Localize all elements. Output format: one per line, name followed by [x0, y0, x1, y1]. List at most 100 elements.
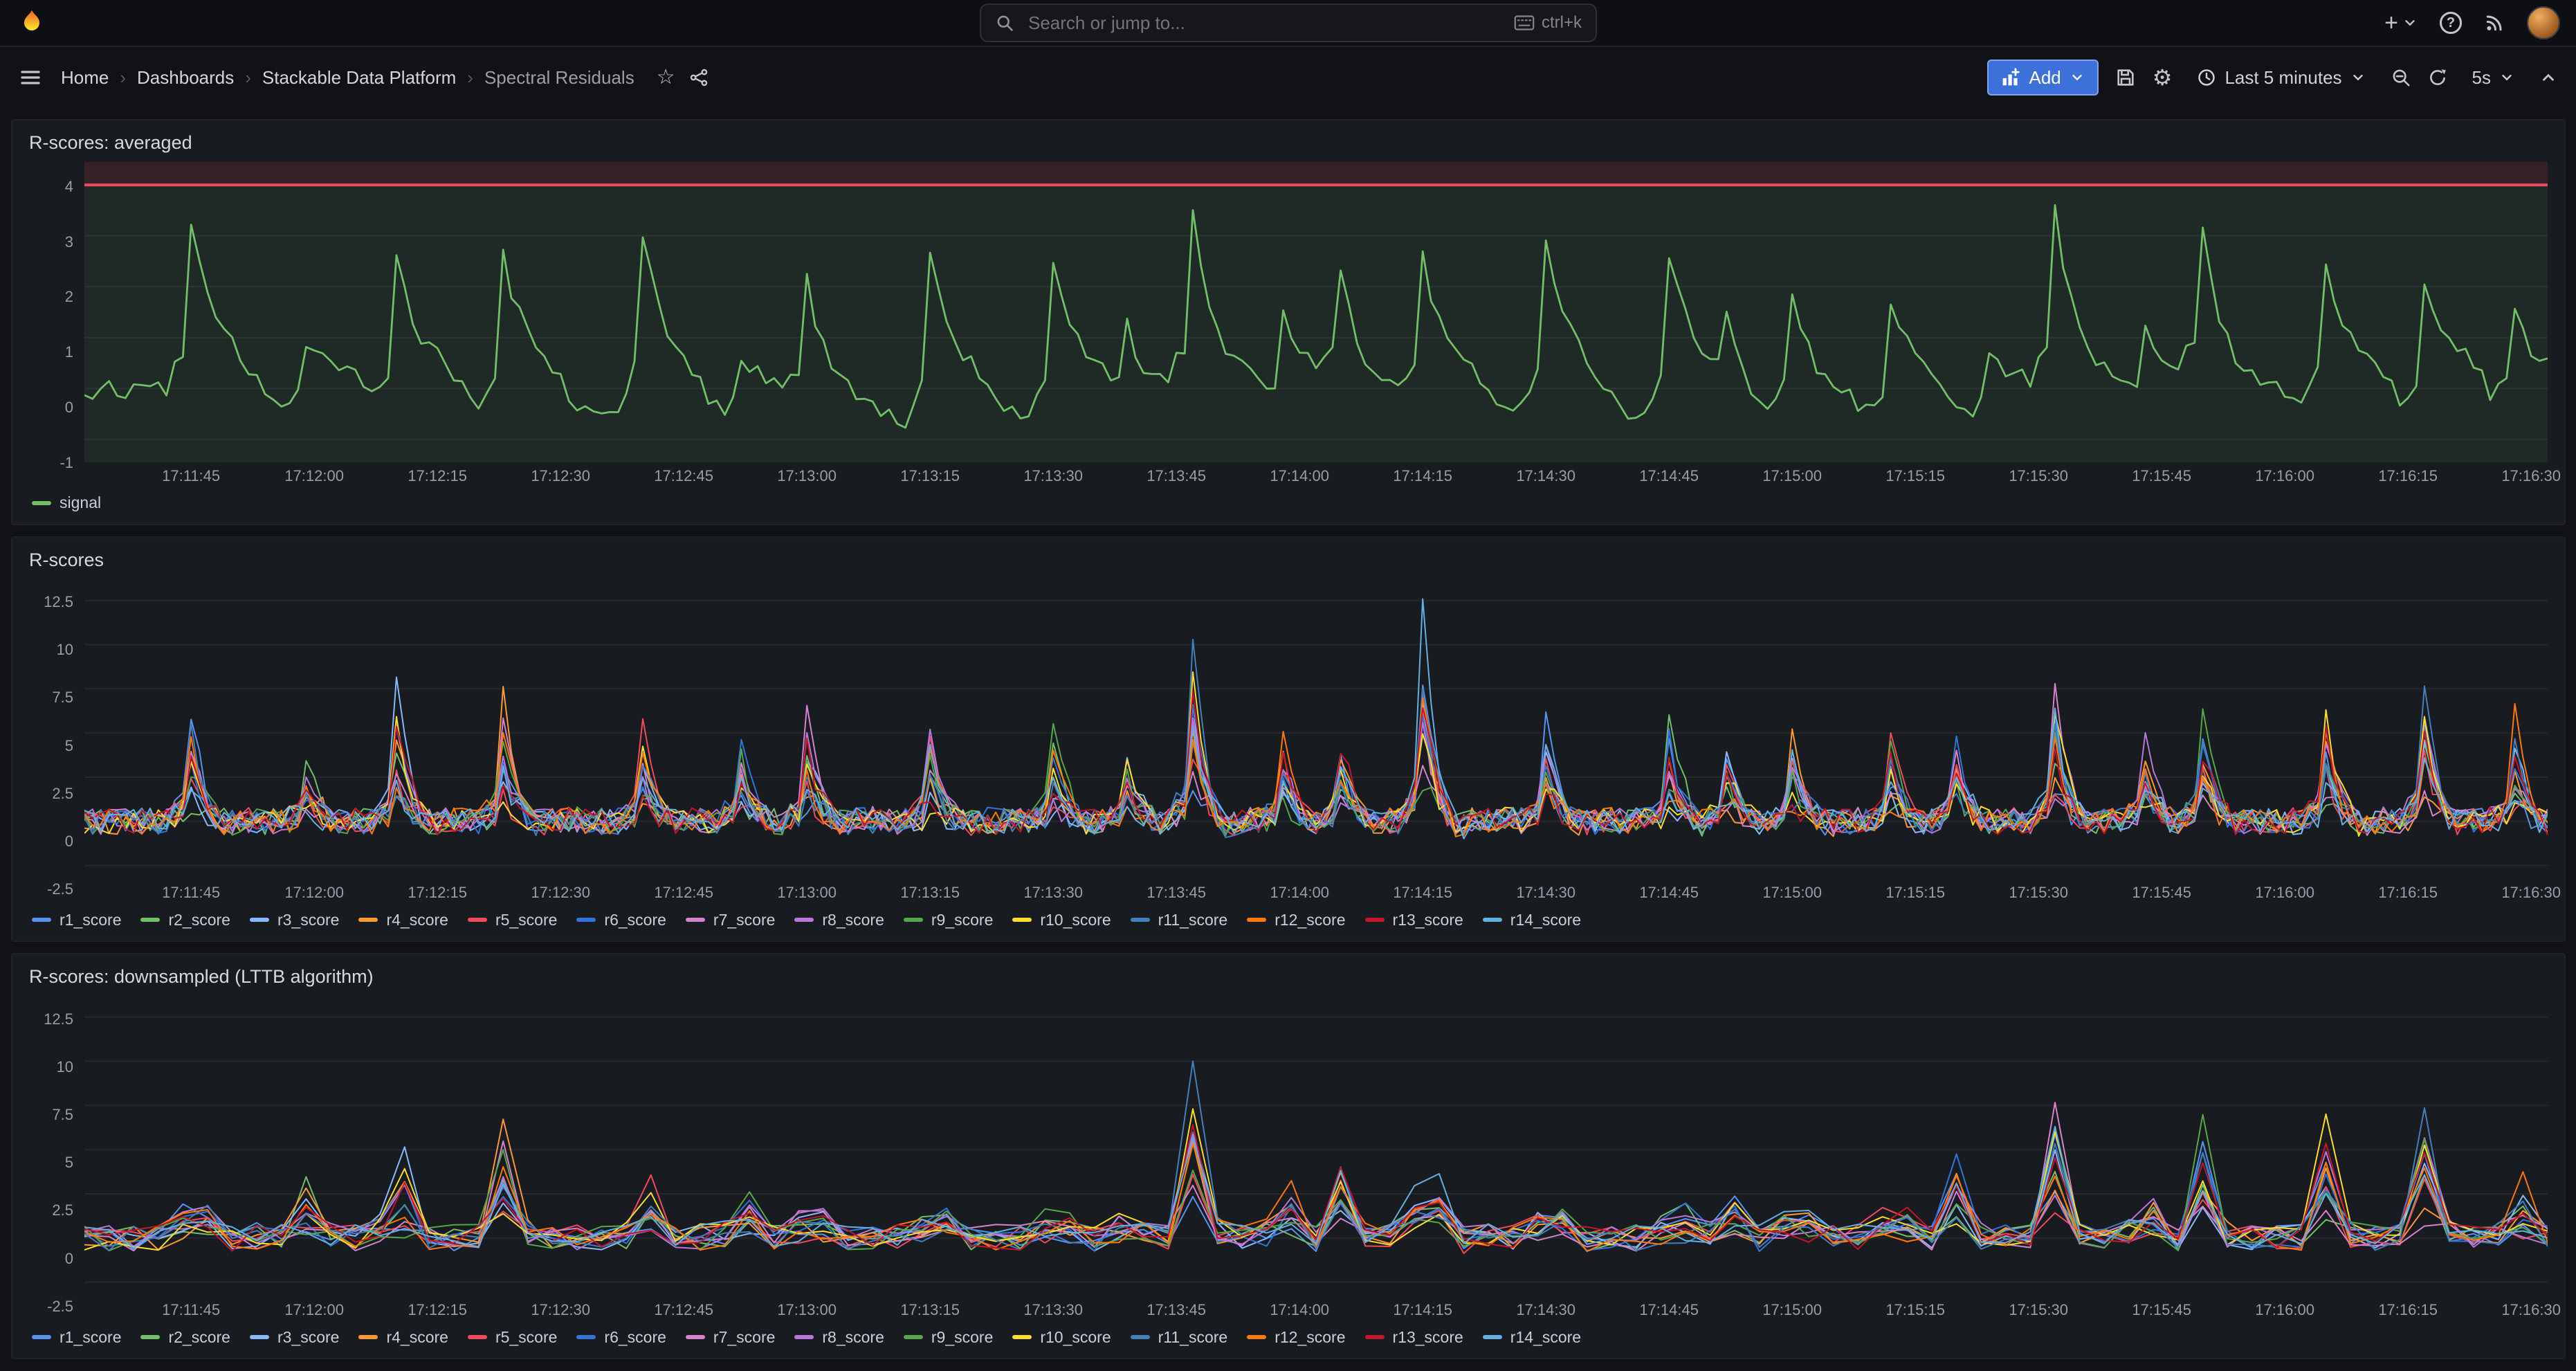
chart-canvas[interactable]	[84, 996, 2548, 1296]
legend-item[interactable]: r7_score	[686, 1328, 775, 1347]
panel-title[interactable]: R-scores: averaged	[29, 129, 2548, 156]
x-tick-label: 17:16:00	[2255, 467, 2314, 485]
legend-item[interactable]: r5_score	[468, 911, 557, 929]
legend-item[interactable]: r11_score	[1131, 1328, 1228, 1347]
x-tick-label: 17:15:15	[1885, 1301, 1945, 1319]
legend-item[interactable]: r8_score	[794, 911, 884, 929]
menu-toggle-button[interactable]	[19, 66, 42, 89]
favorite-button[interactable]: ☆	[657, 67, 675, 88]
legend-item[interactable]: r8_score	[794, 1328, 884, 1347]
refresh-button[interactable]	[2428, 68, 2447, 87]
legend-item[interactable]: r7_score	[686, 911, 775, 929]
legend-label: signal	[60, 493, 101, 512]
legend-item[interactable]: r10_score	[1012, 911, 1111, 929]
legend-item[interactable]: r13_score	[1365, 1328, 1463, 1347]
legend-item[interactable]: r3_score	[250, 911, 339, 929]
plot-area[interactable]	[84, 996, 2548, 1297]
save-icon	[2115, 67, 2136, 88]
x-tick-label: 17:13:30	[1023, 467, 1083, 485]
legend-item[interactable]: signal	[32, 493, 101, 512]
legend-item[interactable]: r2_score	[140, 911, 230, 929]
plot-area[interactable]	[84, 579, 2548, 880]
x-tick-label: 17:14:30	[1516, 884, 1575, 902]
x-axis: 17:11:4517:12:0017:12:1517:12:3017:12:45…	[84, 463, 2548, 488]
time-range-picker[interactable]: Last 5 minutes	[2189, 66, 2373, 90]
refresh-interval-picker[interactable]: 5s	[2464, 66, 2523, 90]
y-tick-label: 2.5	[52, 1201, 73, 1219]
x-tick-label: 17:15:00	[1762, 1301, 1822, 1319]
legend-label: r6_score	[604, 911, 666, 929]
legend-label: r2_score	[168, 911, 230, 929]
legend-label: r4_score	[386, 1328, 448, 1347]
legend-label: r1_score	[60, 911, 121, 929]
x-tick-label: 17:14:45	[1639, 1301, 1699, 1319]
help-button[interactable]: ?	[2440, 12, 2462, 34]
search-field[interactable]	[1025, 11, 1503, 35]
legend-item[interactable]: r6_score	[576, 911, 666, 929]
legend-item[interactable]: r6_score	[576, 1328, 666, 1347]
legend-label: r9_score	[931, 1328, 993, 1347]
x-tick-label: 17:13:15	[900, 884, 960, 902]
save-dashboard-button[interactable]	[2115, 67, 2136, 88]
legend-item[interactable]: r12_score	[1247, 911, 1345, 929]
breadcrumb-folder[interactable]: Stackable Data Platform	[262, 67, 456, 89]
legend-item[interactable]: r9_score	[904, 911, 993, 929]
chart-canvas[interactable]	[84, 579, 2548, 880]
x-tick-label: 17:12:45	[654, 884, 713, 902]
legend-item[interactable]: r11_score	[1131, 911, 1228, 929]
news-button[interactable]	[2484, 12, 2505, 33]
legend-item[interactable]: r9_score	[904, 1328, 993, 1347]
share-button[interactable]	[689, 68, 709, 87]
legend-item[interactable]: r5_score	[468, 1328, 557, 1347]
user-avatar[interactable]	[2527, 6, 2560, 39]
chevron-right-icon: ›	[245, 67, 251, 89]
legend-item[interactable]: r3_score	[250, 1328, 339, 1347]
collapse-toolbar-button[interactable]	[2539, 69, 2557, 87]
y-tick-label: 0	[65, 399, 73, 417]
grafana-logo-icon[interactable]	[17, 8, 47, 38]
x-tick-label: 17:16:15	[2378, 467, 2438, 485]
plus-icon: +	[2384, 11, 2398, 35]
legend: r1_score r2_score r3_score r4_score r5_score…	[29, 905, 2548, 935]
panel-title[interactable]: R-scores	[29, 546, 2548, 574]
legend-item[interactable]: r4_score	[358, 911, 448, 929]
new-menu-button[interactable]: +	[2384, 11, 2418, 35]
y-tick-label: 2	[65, 288, 73, 306]
plot-area[interactable]	[84, 162, 2548, 463]
chart-canvas[interactable]	[84, 162, 2548, 462]
chevron-down-icon	[2070, 70, 2085, 85]
legend-label: r11_score	[1158, 911, 1228, 929]
legend-item[interactable]: r14_score	[1483, 1328, 1581, 1347]
legend-item[interactable]: r14_score	[1483, 911, 1581, 929]
legend-item[interactable]: r4_score	[358, 1328, 448, 1347]
x-tick-label: 17:15:45	[2132, 1301, 2191, 1319]
x-tick-label: 17:13:00	[777, 884, 837, 902]
zoom-out-button[interactable]	[2391, 67, 2411, 88]
legend-item[interactable]: r1_score	[32, 911, 121, 929]
legend-item[interactable]: r13_score	[1365, 911, 1463, 929]
breadcrumb: Home › Dashboards › Stackable Data Platf…	[61, 67, 634, 89]
legend-label: r13_score	[1393, 1328, 1463, 1347]
add-panel-button[interactable]: Add	[1987, 60, 2098, 96]
legend-item[interactable]: r12_score	[1247, 1328, 1345, 1347]
y-tick-label: 10	[57, 1058, 73, 1076]
dashboard-settings-button[interactable]: ⚙	[2153, 66, 2173, 89]
legend-label: r3_score	[277, 1328, 339, 1347]
breadcrumb-home[interactable]: Home	[61, 67, 109, 89]
y-tick-label: 7.5	[52, 1106, 73, 1124]
x-tick-label: 17:12:15	[408, 1301, 467, 1319]
legend-item[interactable]: r10_score	[1012, 1328, 1111, 1347]
legend-item[interactable]: r2_score	[140, 1328, 230, 1347]
share-icon	[689, 68, 709, 87]
x-tick-label: 17:14:00	[1270, 467, 1329, 485]
breadcrumb-dashboards[interactable]: Dashboards	[137, 67, 234, 89]
top-nav-bar: ctrl+k + ?	[0, 0, 2576, 47]
zoom-out-icon	[2391, 67, 2411, 88]
x-tick-label: 17:14:00	[1270, 884, 1329, 902]
panel-title[interactable]: R-scores: downsampled (LTTB algorithm)	[29, 963, 2548, 990]
legend-item[interactable]: r1_score	[32, 1328, 121, 1347]
search-input[interactable]: ctrl+k	[980, 3, 1597, 42]
x-tick-label: 17:15:00	[1762, 884, 1822, 902]
x-tick-label: 17:12:30	[531, 1301, 590, 1319]
y-tick-label: 0	[65, 1250, 73, 1268]
